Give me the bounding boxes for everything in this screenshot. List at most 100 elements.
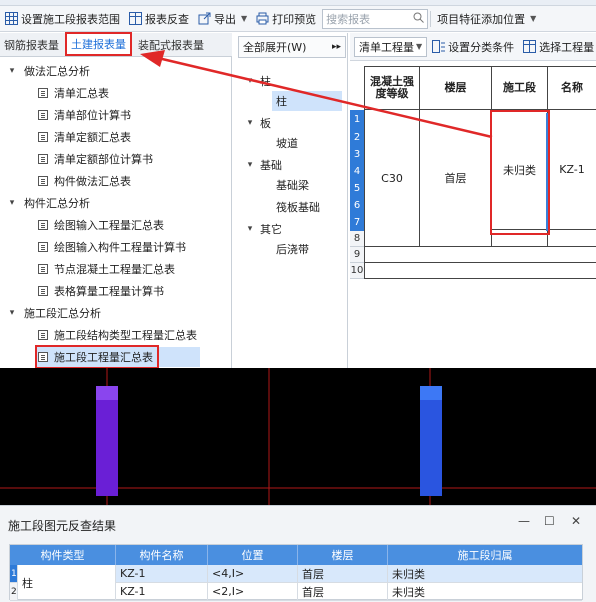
tree-item[interactable]: 清单汇总表: [38, 83, 109, 103]
main-toolbar: 设置施工段报表范围 报表反查 导出 ▼ 打印预览 搜索报表 项目特征添加位置 ▼: [0, 6, 596, 32]
tree-item[interactable]: 节点混凝土工程量汇总表: [38, 259, 175, 279]
cell-segment[interactable]: 未归类: [388, 565, 582, 583]
document-icon: [38, 286, 48, 296]
cell-position[interactable]: <4,I>: [208, 565, 298, 583]
report-table-panel: 清单工程量 ▼ 设置分类条件 选择工程量 混凝土强度等级 楼层 施工段 名称 1…: [350, 33, 596, 368]
expand-all-button[interactable]: 全部展开(W) ▸▸: [238, 36, 346, 58]
restore-icon[interactable]: ☐: [544, 514, 555, 528]
collapse-icon: ▾: [9, 308, 15, 318]
cell-segment[interactable]: 未归类: [388, 583, 582, 601]
drawing-canvas[interactable]: [0, 368, 596, 505]
collapse-icon: ▾: [9, 66, 15, 76]
filter-item[interactable]: 坡道: [276, 133, 298, 153]
cell-empty[interactable]: [548, 230, 596, 247]
quantity-type-select[interactable]: 清单工程量 ▼: [354, 36, 428, 57]
row-number[interactable]: 2: [10, 583, 18, 601]
tree-group-component[interactable]: ▾ 构件汇总分析: [6, 193, 90, 213]
row-number[interactable]: 7: [350, 214, 364, 231]
cell-floor[interactable]: 首层: [420, 110, 492, 247]
canvas-drawing: [0, 368, 596, 505]
tree-item-label: 清单汇总表: [54, 87, 109, 100]
tree-item[interactable]: 清单定额部位计算书: [38, 149, 153, 169]
cell-concrete-grade[interactable]: C30: [364, 110, 420, 247]
col-floor[interactable]: 楼层: [298, 545, 388, 565]
header-name[interactable]: 名称: [548, 66, 596, 110]
cell-floor[interactable]: 首层: [298, 583, 388, 601]
choose-quantity-label: 选择工程量: [539, 40, 595, 54]
row-number[interactable]: 5: [350, 180, 364, 197]
filter-item[interactable]: 筏板基础: [276, 197, 320, 217]
collapse-icon: ▾: [247, 76, 253, 86]
tree-item-label: 清单定额汇总表: [54, 131, 131, 144]
search-icon: [413, 12, 425, 26]
tree-item[interactable]: 表格算量工程量计算书: [38, 281, 164, 301]
cell-type[interactable]: 柱: [18, 565, 116, 601]
add-feature-dropdown[interactable]: 项目特征添加位置 ▼: [433, 8, 540, 30]
col-name[interactable]: 构件名称: [116, 545, 208, 565]
tree-group-label: 施工段汇总分析: [24, 307, 101, 320]
table-empty-row[interactable]: [364, 247, 596, 263]
tree-item[interactable]: 清单部位计算书: [38, 105, 131, 125]
set-range-button[interactable]: 设置施工段报表范围: [0, 8, 124, 30]
report-search-input[interactable]: 搜索报表: [322, 8, 429, 29]
filter-group-label: 柱: [260, 75, 271, 88]
cell-floor[interactable]: 首层: [298, 565, 388, 583]
close-icon[interactable]: ✕: [571, 514, 581, 528]
set-category-button[interactable]: 设置分类条件: [427, 36, 518, 58]
export-button[interactable]: 导出 ▼: [193, 8, 251, 30]
header-concrete-grade[interactable]: 混凝土强度等级: [364, 66, 420, 110]
row-number[interactable]: 6: [350, 197, 364, 214]
highlight-box: [35, 345, 159, 369]
row-number[interactable]: 4: [350, 163, 364, 180]
filter-item-label: 后浇带: [276, 243, 309, 256]
cell-name[interactable]: KZ-1: [116, 583, 208, 601]
row-number[interactable]: 10: [350, 263, 364, 279]
cell-name[interactable]: KZ-1: [116, 565, 208, 583]
document-icon: [38, 88, 48, 98]
tree-item[interactable]: 施工段结构类型工程量汇总表: [38, 325, 197, 345]
tree-item[interactable]: 清单定额汇总表: [38, 127, 131, 147]
col-segment[interactable]: 施工段归属: [388, 545, 582, 565]
filter-group[interactable]: ▾ 基础: [244, 155, 282, 175]
cell-position[interactable]: <2,I>: [208, 583, 298, 601]
row-number[interactable]: 9: [350, 247, 364, 263]
report-reverse-button[interactable]: 报表反查: [124, 8, 193, 30]
tree-item[interactable]: 绘图输入工程量汇总表: [38, 215, 164, 235]
filter-item[interactable]: 后浇带: [276, 239, 309, 259]
tree-item[interactable]: 绘图输入构件工程量计算书: [38, 237, 186, 257]
cell-cursor: [546, 113, 548, 231]
header-segment[interactable]: 施工段: [492, 66, 548, 110]
row-number[interactable]: 1: [10, 565, 18, 583]
document-icon: [38, 220, 48, 230]
table-search-icon: [128, 12, 142, 26]
row-number[interactable]: 8: [350, 231, 364, 247]
filter-item-selected[interactable]: 柱: [272, 91, 342, 111]
col-type[interactable]: 构件类型: [10, 545, 116, 565]
filter-group[interactable]: ▾ 板: [244, 113, 271, 133]
tab-rebar-report[interactable]: 钢筋报表量: [0, 34, 63, 56]
print-preview-label: 打印预览: [272, 12, 317, 26]
tree-item[interactable]: 构件做法汇总表: [38, 171, 131, 191]
report-reverse-label: 报表反查: [145, 12, 189, 26]
tree-group-segment[interactable]: ▾ 施工段汇总分析: [6, 303, 101, 323]
row-number[interactable]: 2: [350, 129, 364, 146]
cell-name[interactable]: KZ-1: [548, 110, 596, 230]
row-number[interactable]: 1: [350, 110, 364, 129]
document-icon: [38, 176, 48, 186]
filter-group[interactable]: ▾ 柱: [244, 71, 271, 91]
reverse-result-panel: 施工段图元反查结果 — ☐ ✕ 构件类型 构件名称 位置 楼层 施工段归属 1 …: [0, 505, 596, 602]
filter-group[interactable]: ▾ 其它: [244, 219, 282, 239]
tree-group-method[interactable]: ▾ 做法汇总分析: [6, 61, 90, 81]
filter-item[interactable]: 基础梁: [276, 175, 309, 195]
table-empty-row[interactable]: [364, 263, 596, 279]
header-floor[interactable]: 楼层: [420, 66, 492, 110]
choose-quantity-button[interactable]: 选择工程量: [518, 36, 596, 58]
grid-icon: [522, 40, 536, 54]
tab-prefab-report[interactable]: 装配式报表量: [134, 34, 208, 56]
tree-item-label: 清单定额部位计算书: [54, 153, 153, 166]
row-number[interactable]: 3: [350, 146, 364, 163]
minimize-icon[interactable]: —: [518, 514, 530, 528]
col-position[interactable]: 位置: [208, 545, 298, 565]
print-preview-button[interactable]: 打印预览: [251, 8, 320, 30]
tab-civil-report[interactable]: 土建报表量: [65, 32, 132, 56]
